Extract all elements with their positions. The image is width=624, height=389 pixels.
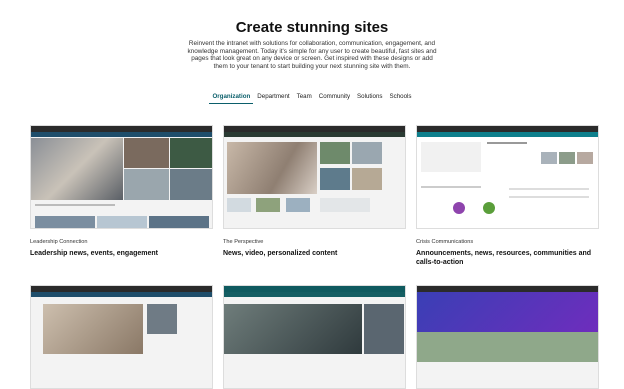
site-thumbnail[interactable] xyxy=(30,125,213,229)
site-thumbnail[interactable] xyxy=(30,285,213,389)
site-thumbnail[interactable] xyxy=(223,285,406,389)
card-headline[interactable]: Announcements, news, resources, communit… xyxy=(416,249,599,267)
category-tabs: Organization Department Team Community S… xyxy=(0,93,624,104)
site-thumbnail[interactable] xyxy=(416,285,599,389)
tab-community[interactable]: Community xyxy=(316,93,353,104)
tab-department[interactable]: Department xyxy=(254,93,292,104)
tab-schools[interactable]: Schools xyxy=(387,93,415,104)
site-thumbnail[interactable] xyxy=(223,125,406,229)
tab-organization[interactable]: Organization xyxy=(209,93,254,104)
card-category: The Perspective xyxy=(223,239,264,245)
card-category: Crisis Communications xyxy=(416,239,474,245)
tab-solutions[interactable]: Solutions xyxy=(354,93,385,104)
card-headline[interactable]: Leadership news, events, engagement xyxy=(30,249,213,258)
page-intro: Reinvent the intranet with solutions for… xyxy=(187,40,437,70)
card-headline[interactable]: News, video, personalized content xyxy=(223,249,406,258)
site-thumbnail[interactable] xyxy=(416,125,599,229)
card-category: Leadership Connection xyxy=(30,239,88,245)
tab-team[interactable]: Team xyxy=(294,93,315,104)
page-title: Create stunning sites xyxy=(235,19,389,36)
